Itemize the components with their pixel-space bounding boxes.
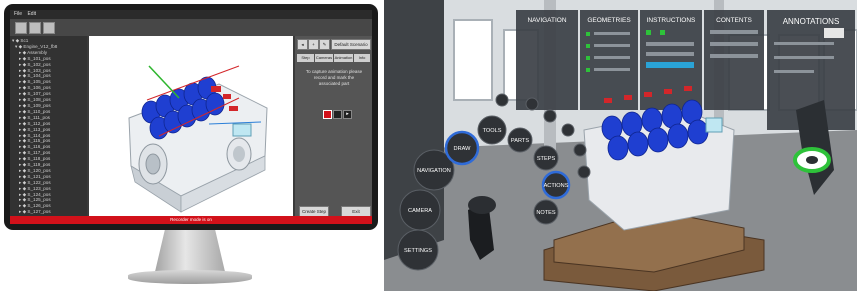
vr-small-button[interactable]	[561, 123, 575, 137]
vr-tab-contents[interactable]: CONTENTS	[716, 17, 752, 24]
scene-tree: ▾ ◆ Sc1 ▾ ◆ Engine_V12_fb8 ▸ ◆ Assembly ▸ ◆…	[10, 36, 87, 218]
vr-button-label: SETTINGS	[404, 248, 432, 254]
vr-small-button[interactable]	[495, 93, 509, 107]
vr-tab-navigation[interactable]: NAVIGATION	[527, 17, 566, 24]
tab-info[interactable]: Info	[354, 54, 370, 62]
vr-small-button[interactable]	[525, 97, 539, 111]
tab-cameras[interactable]: Cameras	[315, 54, 333, 62]
vr-tab-annotations[interactable]: ANNOTATIONS	[783, 17, 840, 26]
edit-icon[interactable]: ✎	[319, 39, 330, 50]
3d-viewport[interactable]	[89, 36, 293, 218]
vr-button-actions[interactable]: ACTIONS	[541, 170, 571, 200]
status-bar: Recorder mode is on	[10, 216, 372, 224]
new-icon[interactable]	[15, 22, 27, 34]
vr-small-button[interactable]	[577, 165, 591, 179]
vr-tab-geometries[interactable]: GEOMETRIES	[587, 17, 631, 24]
menu-bar: File Edit	[10, 10, 372, 19]
vr-button-settings[interactable]: SETTINGS	[397, 229, 439, 271]
menu-file[interactable]: File	[14, 11, 22, 17]
record-button[interactable]	[323, 110, 332, 119]
vr-button-label: TOOLS	[483, 128, 502, 134]
open-icon[interactable]	[29, 22, 41, 34]
play-button[interactable]: ▸	[343, 110, 352, 119]
desktop-app-window: File Edit ▾ ◆ Sc1 ▾ ◆ Engine_V12_fb8 ▸ ◆ A…	[10, 10, 372, 224]
vr-button-label: CAMERA	[408, 208, 432, 214]
vr-tab-instructions[interactable]: INSTRUCTIONS	[647, 17, 696, 24]
vr-button-tools[interactable]: TOOLS	[477, 115, 507, 145]
tree-item[interactable]: ▸ ◆ S_127_pos	[10, 209, 87, 215]
vr-button-draw[interactable]: DRAW	[444, 130, 480, 166]
tab-step[interactable]: Step	[297, 54, 314, 62]
vr-small-button[interactable]	[573, 143, 587, 157]
menu-edit[interactable]: Edit	[27, 11, 36, 17]
vr-button-label: NOTES	[536, 210, 556, 216]
vr-scene: NAVIGATION CAMERA SETTINGS DRAW TOOLS PARTS ST…	[384, 0, 857, 291]
tab-animation[interactable]: Animation	[334, 54, 353, 62]
scenario-dropdown[interactable]: Default Scenario	[331, 39, 371, 50]
vr-button-label: NAVIGATION	[417, 168, 451, 174]
vr-button-label: PARTS	[511, 138, 529, 144]
toolbar	[10, 19, 372, 36]
vr-button-parts[interactable]: PARTS	[507, 127, 533, 153]
back-icon[interactable]: ◂	[297, 39, 308, 50]
engine-model	[128, 65, 268, 213]
vr-button-steps[interactable]: STEPS	[533, 145, 559, 171]
vr-small-button[interactable]	[543, 109, 557, 123]
monitor-stand-base	[128, 270, 252, 284]
vr-button-label: ACTIONS	[544, 183, 569, 189]
panel-hint: To capture animation please record and m…	[305, 69, 363, 86]
stop-button[interactable]	[333, 110, 342, 119]
vr-button-label: DRAW	[454, 146, 472, 152]
add-icon[interactable]: +	[308, 39, 319, 50]
desktop-monitor: File Edit ▾ ◆ Sc1 ▾ ◆ Engine_V12_fb8 ▸ ◆ A…	[4, 4, 378, 230]
vr-button-label: STEPS	[537, 156, 556, 162]
vr-environment: NAVIGATION CAMERA SETTINGS DRAW TOOLS PARTS ST…	[384, 0, 857, 291]
save-icon[interactable]	[43, 22, 55, 34]
vr-button-notes[interactable]: NOTES	[533, 199, 559, 225]
vr-button-camera[interactable]: CAMERA	[399, 189, 441, 231]
instruction-panel: ◂ + ✎ Default Scenario Step Cameras Anim…	[295, 36, 372, 218]
